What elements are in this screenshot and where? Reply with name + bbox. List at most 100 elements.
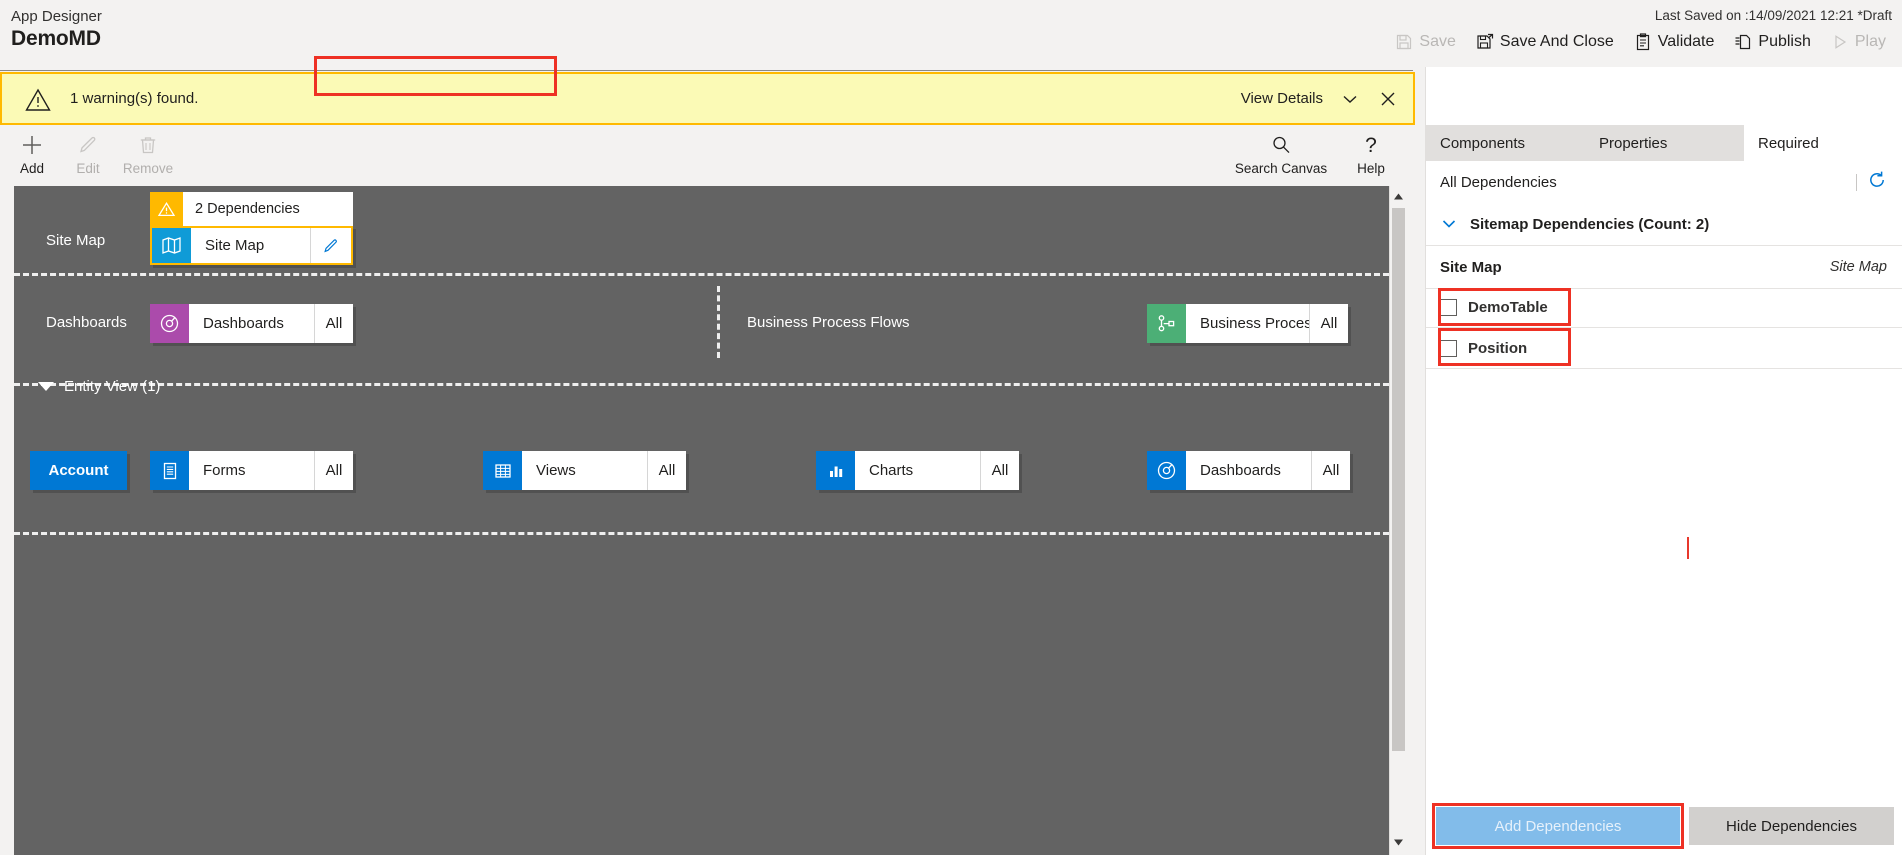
canvas-divider-vertical bbox=[717, 286, 720, 358]
dependency-name: Position bbox=[1468, 339, 1528, 357]
process-flow-icon bbox=[1147, 304, 1186, 343]
pencil-icon bbox=[57, 132, 119, 158]
tab-components[interactable]: Components bbox=[1426, 125, 1585, 161]
save-and-close-button[interactable]: Save And Close bbox=[1466, 29, 1624, 55]
validate-label: Validate bbox=[1657, 33, 1715, 50]
site-map-dependencies-banner[interactable]: 2 Dependencies bbox=[150, 192, 353, 226]
tile-views[interactable]: Views All bbox=[483, 451, 686, 490]
entity-chip-label: Account bbox=[48, 462, 109, 479]
publish-icon bbox=[1734, 33, 1752, 51]
app-designer-canvas[interactable]: Site Map 2 Dependencies Site Map Dashboa… bbox=[14, 186, 1389, 855]
canvas-divider-1 bbox=[14, 273, 1389, 276]
save-label: Save bbox=[1419, 33, 1456, 50]
command-bar: Save Save And Close Validate Publish Pla… bbox=[1385, 29, 1896, 55]
play-icon bbox=[1831, 33, 1849, 51]
validate-icon bbox=[1634, 33, 1652, 51]
row-label-site-map: Site Map bbox=[46, 232, 106, 249]
panel-footer: Add Dependencies Hide Dependencies bbox=[1426, 798, 1902, 855]
search-canvas-label: Search Canvas bbox=[1234, 161, 1328, 176]
tile-forms[interactable]: Forms All bbox=[150, 451, 353, 490]
row-label-bpf: Business Process Flows bbox=[747, 314, 910, 331]
tile-scope-all[interactable]: All bbox=[1311, 451, 1350, 490]
tile-label: Business Proces... bbox=[1200, 315, 1309, 332]
svg-text:?: ? bbox=[1365, 134, 1377, 157]
save-icon bbox=[1395, 33, 1413, 51]
sitemap-section-header: Site Map Site Map bbox=[1426, 245, 1902, 289]
top-header: App Designer DemoMD Last Saved on :14/09… bbox=[0, 0, 1902, 67]
row-label-dashboards: Dashboards bbox=[46, 314, 127, 331]
tile-dashboards[interactable]: Dashboards All bbox=[150, 304, 353, 343]
tile-scope-all[interactable]: All bbox=[647, 451, 686, 490]
sitemap-dependencies-group[interactable]: Sitemap Dependencies (Count: 2) bbox=[1426, 203, 1902, 245]
tile-label: Charts bbox=[869, 462, 914, 479]
add-label: Add bbox=[19, 161, 45, 176]
tab-required[interactable]: Required bbox=[1744, 125, 1902, 161]
play-label: Play bbox=[1854, 33, 1886, 50]
remove-button[interactable]: Remove bbox=[117, 132, 179, 176]
page-title: DemoMD bbox=[11, 27, 101, 50]
right-side-panel: Components Properties Required All Depen… bbox=[1425, 67, 1902, 855]
play-button[interactable]: Play bbox=[1821, 29, 1896, 55]
tile-scope-all[interactable]: All bbox=[980, 451, 1019, 490]
scroll-down-arrow-icon[interactable] bbox=[1390, 834, 1407, 851]
all-dependencies-bar: All Dependencies bbox=[1426, 161, 1902, 203]
all-dependencies-label: All Dependencies bbox=[1440, 173, 1557, 191]
refresh-area bbox=[1856, 170, 1887, 195]
refresh-icon[interactable] bbox=[1867, 170, 1887, 195]
entity-view-group-header[interactable]: Entity View (1) bbox=[38, 378, 160, 395]
help-button[interactable]: ? Help bbox=[1345, 132, 1397, 176]
close-icon[interactable] bbox=[1377, 88, 1399, 110]
views-grid-icon bbox=[483, 451, 522, 490]
tile-site-map[interactable]: Site Map bbox=[150, 226, 353, 265]
question-mark-icon: ? bbox=[1345, 132, 1397, 158]
dashboard-icon bbox=[150, 304, 189, 343]
dependency-row-demotable[interactable]: DemoTable bbox=[1426, 287, 1902, 328]
search-icon bbox=[1232, 132, 1330, 158]
edit-button[interactable]: Edit bbox=[57, 132, 119, 176]
chevron-down-icon[interactable] bbox=[1339, 88, 1361, 110]
validate-button[interactable]: Validate bbox=[1624, 29, 1725, 55]
canvas-divider-3 bbox=[14, 532, 1389, 535]
tab-properties[interactable]: Properties bbox=[1585, 125, 1744, 161]
tile-scope-all[interactable]: All bbox=[314, 451, 353, 490]
add-dependencies-button[interactable]: Add Dependencies bbox=[1436, 807, 1680, 845]
scrollbar-thumb[interactable] bbox=[1392, 208, 1405, 751]
view-details-link[interactable]: View Details bbox=[1241, 90, 1323, 107]
checkbox-position[interactable] bbox=[1440, 339, 1457, 357]
canvas-divider-2 bbox=[14, 383, 1389, 386]
hide-dependencies-button[interactable]: Hide Dependencies bbox=[1689, 807, 1894, 845]
checkbox-demotable[interactable] bbox=[1440, 298, 1457, 316]
trash-icon bbox=[117, 132, 179, 158]
save-button[interactable]: Save bbox=[1385, 29, 1465, 55]
tile-label: Dashboards bbox=[203, 315, 284, 332]
tile-entity-dashboards[interactable]: Dashboards All bbox=[1147, 451, 1350, 490]
search-canvas-button[interactable]: Search Canvas bbox=[1232, 132, 1330, 176]
group-label: Sitemap Dependencies (Count: 2) bbox=[1470, 215, 1710, 233]
warning-triangle-icon bbox=[24, 86, 52, 114]
last-saved-status: Last Saved on :14/09/2021 12:21 *Draft bbox=[1654, 8, 1892, 23]
chevron-down-icon bbox=[1440, 215, 1458, 233]
canvas-vertical-scrollbar[interactable] bbox=[1389, 186, 1407, 855]
app-designer-label: App Designer bbox=[11, 8, 102, 25]
tile-scope-all[interactable]: All bbox=[314, 304, 353, 343]
add-button[interactable]: Add bbox=[1, 132, 63, 176]
warning-actions: View Details bbox=[1241, 74, 1399, 123]
tile-scope-all[interactable]: All bbox=[1309, 304, 1348, 343]
entity-view-group-label: Entity View (1) bbox=[64, 378, 161, 395]
save-and-close-label: Save And Close bbox=[1499, 33, 1614, 50]
pencil-icon[interactable] bbox=[310, 228, 351, 263]
dependency-row-position[interactable]: Position bbox=[1426, 328, 1902, 369]
publish-label: Publish bbox=[1758, 33, 1811, 50]
tile-label: Views bbox=[536, 462, 576, 479]
dependencies-count-label: 2 Dependencies bbox=[195, 201, 300, 217]
tile-label: Dashboards bbox=[1200, 462, 1281, 479]
tab-label: Components bbox=[1440, 134, 1526, 152]
tile-business-process-flows[interactable]: Business Proces... All bbox=[1147, 304, 1348, 343]
scroll-up-arrow-icon[interactable] bbox=[1390, 188, 1407, 205]
publish-button[interactable]: Publish bbox=[1724, 29, 1820, 55]
add-dependencies-label: Add Dependencies bbox=[1494, 817, 1622, 835]
tile-charts[interactable]: Charts All bbox=[816, 451, 1019, 490]
tab-label: Properties bbox=[1599, 134, 1668, 152]
help-label: Help bbox=[1357, 161, 1385, 176]
entity-chip-account[interactable]: Account bbox=[30, 451, 127, 490]
